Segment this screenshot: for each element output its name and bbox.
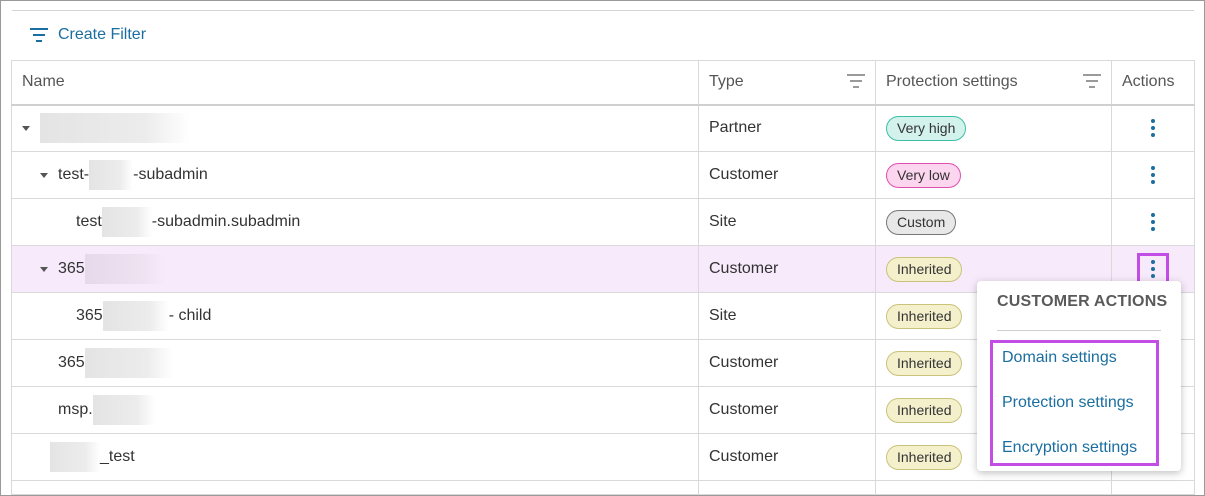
row-type: Customer	[698, 433, 876, 481]
protection-badge: Inherited	[886, 397, 963, 423]
expand-caret-icon[interactable]	[22, 125, 30, 131]
protection-badge: Inherited	[886, 256, 963, 282]
row-type: Customer	[698, 386, 876, 434]
more-actions-icon[interactable]	[1137, 112, 1169, 144]
table-row[interactable]: test- -subadmin Customer Very low	[11, 151, 1195, 199]
customer-actions-menu: CUSTOMER ACTIONS Domain settings Protect…	[977, 281, 1181, 471]
protection-badge: Inherited	[886, 350, 963, 376]
redacted-name	[102, 301, 169, 331]
redacted-name	[89, 160, 134, 190]
protection-badge: Very high	[886, 115, 967, 141]
filter-icon	[30, 28, 48, 42]
row-type: Customer	[698, 151, 876, 199]
protection-badge: Very low	[886, 162, 961, 188]
row-name-suffix: -subadmin	[133, 166, 208, 183]
row-name-suffix: _test	[100, 448, 135, 465]
column-header-name[interactable]: Name	[11, 60, 699, 106]
row-name-prefix: test	[76, 213, 102, 230]
redacted-name	[101, 207, 152, 237]
redacted-name	[92, 395, 155, 425]
column-filter-icon[interactable]	[1083, 73, 1101, 89]
row-name-prefix: msp.	[58, 401, 93, 418]
table-row	[11, 480, 1195, 495]
more-actions-icon[interactable]	[1137, 159, 1169, 191]
redacted-name	[84, 348, 173, 378]
row-type: Customer	[698, 245, 876, 293]
protection-badge: Custom	[886, 209, 957, 235]
column-protection-label: Protection settings	[886, 73, 1018, 91]
row-name-suffix: -subadmin.subadmin	[151, 213, 301, 230]
menu-title: CUSTOMER ACTIONS	[997, 293, 1168, 310]
column-name-label: Name	[22, 73, 65, 91]
menu-item-protection-settings[interactable]: Protection settings	[1002, 394, 1134, 412]
menu-item-domain-settings[interactable]: Domain settings	[1002, 349, 1117, 367]
row-type: Site	[698, 198, 876, 246]
table-header-row: Name Type Protection settings Actions	[11, 60, 1195, 106]
redacted-name	[84, 254, 165, 284]
column-actions-label: Actions	[1122, 73, 1175, 91]
redacted-name	[40, 113, 190, 144]
create-filter-label: Create Filter	[58, 26, 147, 43]
column-header-actions: Actions	[1111, 60, 1195, 106]
table-row[interactable]: Partner Very high	[11, 104, 1195, 152]
row-name-prefix: 365	[58, 260, 85, 277]
row-name-suffix: - child	[168, 307, 212, 324]
protection-badge: Inherited	[886, 303, 963, 329]
row-name-prefix: 365	[58, 354, 85, 371]
table-row[interactable]: test -subadmin.subadmin Site Custom	[11, 198, 1195, 246]
row-name-prefix: test-	[58, 166, 90, 183]
protection-badge: Inherited	[886, 444, 963, 470]
expand-caret-icon[interactable]	[40, 172, 48, 178]
column-header-protection[interactable]: Protection settings	[875, 60, 1112, 106]
row-type: Customer	[698, 339, 876, 387]
column-type-label: Type	[709, 73, 744, 91]
column-header-type[interactable]: Type	[698, 60, 876, 106]
row-type: Site	[698, 292, 876, 340]
row-type: Partner	[698, 104, 876, 152]
menu-divider	[997, 330, 1161, 331]
redacted-name	[50, 442, 100, 472]
row-name-prefix: 365	[76, 307, 103, 324]
column-filter-icon[interactable]	[847, 73, 865, 89]
expand-caret-icon[interactable]	[40, 266, 48, 272]
more-actions-icon[interactable]	[1137, 206, 1169, 238]
menu-item-encryption-settings[interactable]: Encryption settings	[1002, 439, 1137, 457]
top-divider	[12, 10, 1194, 11]
create-filter-button[interactable]: Create Filter	[30, 24, 146, 46]
